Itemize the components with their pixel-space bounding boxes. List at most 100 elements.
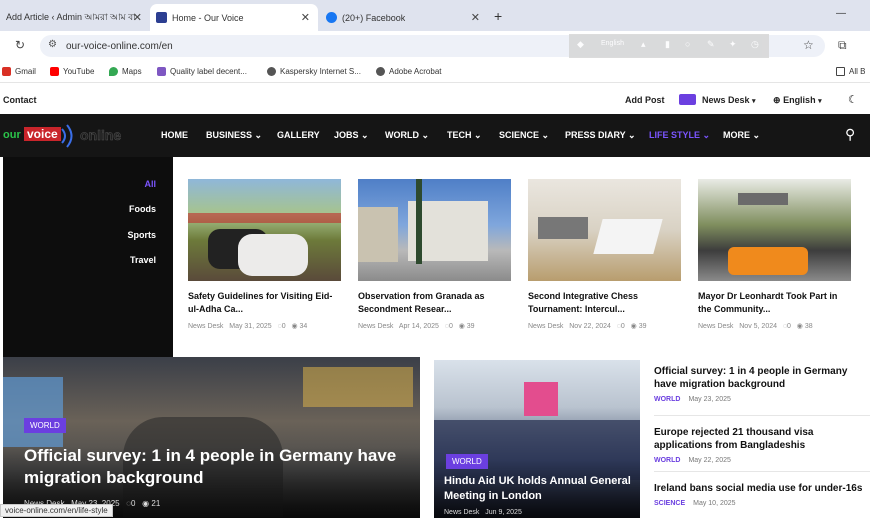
eye-icon: ◉ (291, 323, 298, 330)
story-author: News Desk (444, 509, 480, 516)
mega-card[interactable]: Safety Guidelines for Visiting Eid-ul-Ad… (188, 179, 341, 330)
chevron-down-icon: ▾ (752, 98, 756, 105)
nav-business[interactable]: BUSINESS ⌄ (206, 130, 262, 141)
card-title[interactable]: Mayor Dr Leonhardt Took Part in the Comm… (698, 290, 851, 316)
status-url-preview: voice-online.com/en/life-style (0, 504, 113, 517)
add-post-link[interactable]: Add Post (625, 95, 665, 105)
list-item[interactable]: Europe rejected 21 thousand visa applica… (654, 416, 870, 472)
list-item-meta: SCIENCE May 10, 2025 (654, 500, 870, 507)
card-meta: News Desk Nov 5, 2024 ◌0 ◉ 38 (698, 322, 851, 330)
tab-add-article[interactable]: Add Article ‹ Admin আমরা আম বা ✕ (0, 4, 150, 31)
card-title[interactable]: Observation from Granada as Secondment R… (358, 290, 511, 316)
hero-story[interactable]: WORLD Official survey: 1 in 4 people in … (3, 357, 420, 518)
card-meta: News Desk Apr 14, 2025 ◌0 ◉ 39 (358, 322, 511, 330)
card-thumbnail[interactable] (698, 179, 851, 281)
bookmark-youtube[interactable]: YouTube (50, 67, 94, 76)
extensions-icon[interactable]: ⧉ (838, 38, 847, 53)
card-author: News Desk (358, 323, 394, 330)
nav-label: SCIENCE (499, 130, 540, 140)
logo-text-online: online (80, 127, 122, 144)
nav-science[interactable]: SCIENCE ⌄ (499, 130, 549, 141)
list-item-category[interactable]: WORLD (654, 396, 680, 403)
category-sports[interactable]: Sports (127, 230, 156, 240)
new-tab-button[interactable]: + (494, 8, 502, 24)
category-travel[interactable]: Travel (130, 255, 156, 265)
address-bar-row: ↻ ⚙ our-voice-online.com/en English ◆ ▴ … (0, 31, 870, 61)
card-meta: News Desk May 31, 2025 ◌0 ◉ 34 (188, 322, 341, 330)
list-item-category[interactable]: WORLD (654, 457, 680, 464)
nav-home[interactable]: HOME (161, 130, 188, 140)
nav-label: GALLERY (277, 130, 320, 140)
address-bar[interactable]: ⚙ our-voice-online.com/en English ◆ ▴ ▮ … (40, 34, 825, 58)
nav-more[interactable]: MORE ⌄ (723, 130, 760, 141)
bookmark-adobe[interactable]: Adobe Acrobat (376, 67, 441, 76)
latest-list: Official survey: 1 in 4 people in German… (654, 360, 870, 518)
reload-icon[interactable]: ↻ (15, 38, 25, 52)
bookmark-maps[interactable]: Maps (109, 67, 142, 76)
card-thumbnail[interactable] (358, 179, 511, 281)
tab-title: Home - Our Voice (172, 12, 244, 23)
chevron-down-icon: ▾ (818, 98, 822, 105)
hero-title[interactable]: Official survey: 1 in 4 people in German… (24, 445, 409, 489)
bookmark-gmail[interactable]: Gmail (2, 67, 36, 76)
list-item[interactable]: Ireland bans social media use for under-… (654, 472, 870, 518)
mega-card[interactable]: Observation from Granada as Secondment R… (358, 179, 511, 330)
list-item-category[interactable]: SCIENCE (654, 500, 685, 507)
extension-strip[interactable]: English ◆ ▴ ▮ ○ ✎ ✦ ◷ (569, 34, 769, 58)
tab-facebook[interactable]: (20+) Facebook ✕ (320, 4, 488, 31)
bookmark-star-icon[interactable]: ☆ (803, 38, 814, 52)
search-icon[interactable]: ⚲ (845, 126, 855, 143)
site-logo[interactable]: our voice online (3, 123, 131, 149)
site-settings-icon[interactable]: ⚙ (48, 39, 57, 50)
url-text: our-voice-online.com/en (66, 40, 173, 52)
card-comments: 0 (448, 323, 453, 330)
nav-life-style[interactable]: LIFE STYLE ⌄ (649, 130, 710, 141)
close-icon[interactable]: ✕ (301, 11, 310, 24)
category-all[interactable]: All (144, 179, 156, 189)
news-desk-menu[interactable]: News Desk ▾ (702, 95, 756, 105)
category-column: All Foods Sports Travel (3, 157, 173, 357)
card-views: 39 (638, 323, 647, 330)
contact-link[interactable]: Contact (3, 95, 37, 105)
bookmark-kaspersky[interactable]: Kaspersky Internet S... (267, 67, 361, 76)
nav-press-diary[interactable]: PRESS DIARY ⌄ (565, 130, 636, 141)
secondary-story[interactable]: WORLD Hindu Aid UK holds Annual General … (434, 360, 640, 518)
card-title[interactable]: Second Integrative Chess Tournament: Int… (528, 290, 681, 316)
eye-icon: ◉ (630, 323, 637, 330)
nav-tech[interactable]: TECH ⌄ (447, 130, 482, 141)
story-title[interactable]: Hindu Aid UK holds Annual General Meetin… (444, 474, 634, 504)
card-views: 34 (299, 323, 308, 330)
tab-our-voice[interactable]: Home - Our Voice ✕ (150, 4, 318, 31)
close-icon[interactable]: ✕ (133, 11, 142, 24)
list-item-meta: WORLD May 22, 2025 (654, 457, 870, 464)
category-badge[interactable]: WORLD (24, 418, 66, 433)
card-thumbnail[interactable] (188, 179, 341, 281)
mega-card[interactable]: Mayor Dr Leonhardt Took Part in the Comm… (698, 179, 851, 330)
nav-world[interactable]: WORLD ⌄ (385, 130, 429, 141)
bookmark-label: YouTube (63, 67, 95, 76)
nav-label: JOBS (334, 130, 359, 140)
category-foods[interactable]: Foods (129, 204, 156, 214)
card-thumbnail[interactable] (528, 179, 681, 281)
dark-mode-icon[interactable]: ☾ (848, 93, 858, 106)
close-icon[interactable]: ✕ (471, 11, 480, 24)
language-menu[interactable]: ⊕ English ▾ (773, 95, 822, 106)
list-item-title[interactable]: Europe rejected 21 thousand visa applica… (654, 416, 870, 452)
mega-card[interactable]: Second Integrative Chess Tournament: Int… (528, 179, 681, 330)
main-navbar: our voice online HOME BUSINESS ⌄ GALLERY… (0, 114, 870, 157)
list-item-title[interactable]: Ireland bans social media use for under-… (654, 472, 870, 495)
nav-jobs[interactable]: JOBS ⌄ (334, 130, 369, 141)
category-badge[interactable]: WORLD (446, 454, 488, 469)
chevron-down-icon: ⌄ (702, 130, 711, 140)
card-comments: 0 (787, 323, 791, 330)
minimize-button[interactable]: — (836, 8, 846, 19)
bookmark-quality-label[interactable]: Quality label decent... (157, 67, 247, 76)
list-item-title[interactable]: Official survey: 1 in 4 people in German… (654, 360, 870, 391)
life-style-mega-menu: All Foods Sports Travel Safety Guideline… (3, 157, 870, 357)
card-meta: News Desk Nov 22, 2024 ◌0 ◉ 39 (528, 322, 681, 330)
bookmark-folder[interactable]: All B (836, 67, 865, 76)
nav-gallery[interactable]: GALLERY (277, 130, 320, 140)
card-author: News Desk (698, 323, 734, 330)
list-item[interactable]: Official survey: 1 in 4 people in German… (654, 360, 870, 416)
card-title[interactable]: Safety Guidelines for Visiting Eid-ul-Ad… (188, 290, 341, 316)
